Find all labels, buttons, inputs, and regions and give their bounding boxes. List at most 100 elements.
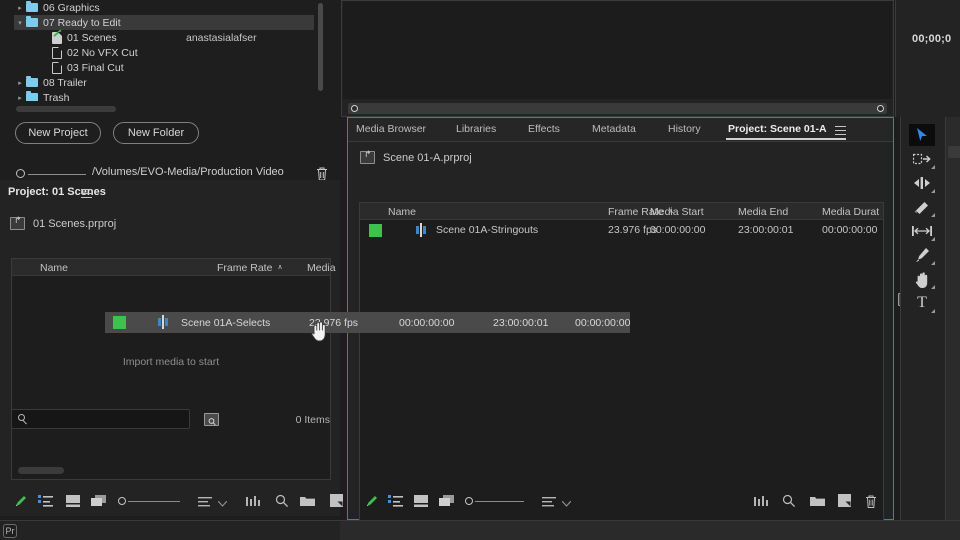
item-name: Scene 01A-Stringouts xyxy=(436,224,539,236)
pen-tool[interactable] xyxy=(909,244,935,266)
new-bin-icon[interactable] xyxy=(810,494,825,512)
ripple-edit-tool[interactable] xyxy=(909,172,935,194)
new-item-pen-icon[interactable] xyxy=(13,494,28,514)
new-folder-button[interactable]: New Folder xyxy=(113,122,199,144)
zoom-slider-knob[interactable] xyxy=(465,497,473,505)
search-input[interactable] xyxy=(11,409,190,429)
list-view-icon[interactable] xyxy=(388,494,403,512)
file-tree-row-label: 07 Ready to Edit xyxy=(43,16,121,29)
item-media-start: 00:00:00:00 xyxy=(650,224,706,236)
grabbing-hand-cursor xyxy=(310,319,330,343)
tab-effects[interactable]: Effects xyxy=(528,123,560,135)
item-media-start: 00:00:00:00 xyxy=(399,317,455,329)
monitor-scrub-bar[interactable] xyxy=(348,103,887,114)
panel-menu-icon[interactable] xyxy=(835,126,846,135)
find-in-bin-icon[interactable] xyxy=(204,413,219,426)
tab-libraries[interactable]: Libraries xyxy=(456,123,496,135)
column-header-media-end[interactable]: Media End xyxy=(738,206,788,218)
new-item-icon[interactable] xyxy=(330,494,344,512)
automate-to-sequence-icon[interactable] xyxy=(754,494,768,512)
sort-chevron-icon[interactable] xyxy=(561,494,572,512)
item-media-end: 23:00:00:01 xyxy=(738,224,794,236)
parent-bin-icon[interactable] xyxy=(360,149,375,164)
icon-view-icon[interactable] xyxy=(66,494,80,512)
project-item-list[interactable]: Name Frame Rate ∧ Media Import media to sta… xyxy=(11,258,336,480)
panel-tab-bar[interactable]: Media Browser Libraries Effects Metadata His… xyxy=(348,118,893,142)
project-file-row[interactable]: 01 Scenes.prproj xyxy=(10,215,116,230)
selection-tool[interactable] xyxy=(909,124,935,146)
item-color-swatch[interactable] xyxy=(369,224,382,237)
column-header-media-start[interactable]: Media Start xyxy=(650,206,704,218)
column-header-name[interactable]: Name xyxy=(388,206,416,218)
column-header-row[interactable]: Name Frame Rate ∧ Media Start Media End Media… xyxy=(360,203,883,220)
project-file-row[interactable]: Scene 01-A.prproj xyxy=(360,149,472,164)
chevron-down-icon[interactable]: ▾ xyxy=(14,19,26,27)
new-item-pen-icon[interactable] xyxy=(364,494,379,514)
column-header-media-durat[interactable]: Media Durat xyxy=(822,206,879,218)
delete-icon[interactable] xyxy=(864,494,878,514)
column-header-frame-rate[interactable]: Frame Rate ∧ xyxy=(217,262,283,274)
sort-icon[interactable] xyxy=(198,494,212,512)
slip-tool[interactable] xyxy=(909,220,935,242)
project-panel-toolbar-left xyxy=(0,492,344,516)
timecode-display[interactable]: 00;00;0 xyxy=(912,33,951,45)
zoom-slider-track[interactable] xyxy=(128,501,180,502)
zoom-slider-knob[interactable] xyxy=(118,497,126,505)
tab-history[interactable]: History xyxy=(668,123,701,135)
file-tree-row[interactable]: ▸ 06 Graphics xyxy=(14,0,314,15)
sort-icon[interactable] xyxy=(542,494,556,512)
dragged-item-ghost[interactable]: Scene 01A-Selects 23.976 fps 00:00:00:00… xyxy=(105,312,630,333)
find-icon[interactable] xyxy=(275,494,289,513)
tools-panel-nub xyxy=(948,146,960,158)
in-point-handle[interactable] xyxy=(351,105,358,112)
file-owner-label: anastasialafser xyxy=(186,31,257,44)
panel-menu-icon[interactable] xyxy=(81,189,92,198)
razor-tool[interactable] xyxy=(909,196,935,218)
sort-chevron-icon[interactable] xyxy=(217,494,228,512)
automate-to-sequence-icon[interactable] xyxy=(246,494,260,512)
freeform-view-icon[interactable] xyxy=(439,494,454,512)
freeform-view-icon[interactable] xyxy=(91,494,106,512)
premiere-pro-logo-icon[interactable]: Pr xyxy=(3,524,17,538)
file-tree-row[interactable]: ▸ 08 Trailer xyxy=(14,75,314,90)
source-monitor[interactable] xyxy=(341,0,894,117)
new-project-button[interactable]: New Project xyxy=(15,122,101,144)
track-select-forward-tool[interactable] xyxy=(909,148,935,170)
list-view-icon[interactable] xyxy=(38,494,53,512)
empty-bin-hint: Import media to start xyxy=(122,356,220,368)
file-tree-row-label: 06 Graphics xyxy=(43,1,100,14)
sequence-icon xyxy=(414,223,428,237)
project-panel-01-scenes: Project: 01 Scenes 01 Scenes.prproj Name… xyxy=(0,180,340,520)
file-tree-row[interactable]: ▾ 07 Ready to Edit xyxy=(14,15,314,30)
file-tree-row[interactable]: 01 Scenes anastasialafser xyxy=(14,28,314,45)
file-tree-row[interactable]: 02 No VFX Cut xyxy=(14,45,314,60)
file-tree-list[interactable]: ▸ 06 Graphics ▾ 07 Ready to Edit 01 Scenes an… xyxy=(14,0,314,101)
toggle-icon[interactable] xyxy=(16,169,25,178)
new-item-icon[interactable] xyxy=(838,494,852,512)
list-horizontal-scrollbar[interactable] xyxy=(18,467,64,474)
new-bin-icon[interactable] xyxy=(300,494,315,512)
type-tool[interactable]: T xyxy=(909,292,935,314)
chevron-right-icon[interactable]: ▸ xyxy=(14,94,26,102)
file-tree-row[interactable]: 03 Final Cut xyxy=(14,60,314,75)
column-header-media[interactable]: Media xyxy=(307,262,336,274)
file-tree-vertical-scrollbar[interactable] xyxy=(318,3,323,98)
file-tree-horizontal-scrollbar[interactable] xyxy=(16,106,312,112)
column-header-name[interactable]: Name xyxy=(40,262,68,274)
prproj-doc-icon xyxy=(52,28,62,44)
find-icon[interactable] xyxy=(782,494,796,513)
column-header-row[interactable]: Name Frame Rate ∧ Media xyxy=(12,259,336,276)
icon-view-icon[interactable] xyxy=(414,494,428,512)
parent-bin-icon[interactable] xyxy=(10,215,25,230)
hand-tool[interactable] xyxy=(909,268,935,290)
project-item-list[interactable]: Name Frame Rate ∧ Media Start Media End Media… xyxy=(359,202,884,540)
chevron-right-icon[interactable]: ▸ xyxy=(14,4,26,12)
chevron-right-icon[interactable]: ▸ xyxy=(14,79,26,87)
out-point-handle[interactable] xyxy=(877,105,884,112)
tab-media-browser[interactable]: Media Browser xyxy=(356,123,426,135)
tab-metadata[interactable]: Metadata xyxy=(592,123,636,135)
table-row[interactable]: Scene 01A-Stringouts 23.976 fps 00:00:00:0… xyxy=(360,221,883,239)
zoom-slider-track[interactable] xyxy=(475,501,524,502)
tab-project-scene-01-a[interactable]: Project: Scene 01-A xyxy=(728,123,827,135)
file-tree-row[interactable]: ▸ Trash xyxy=(14,90,314,101)
